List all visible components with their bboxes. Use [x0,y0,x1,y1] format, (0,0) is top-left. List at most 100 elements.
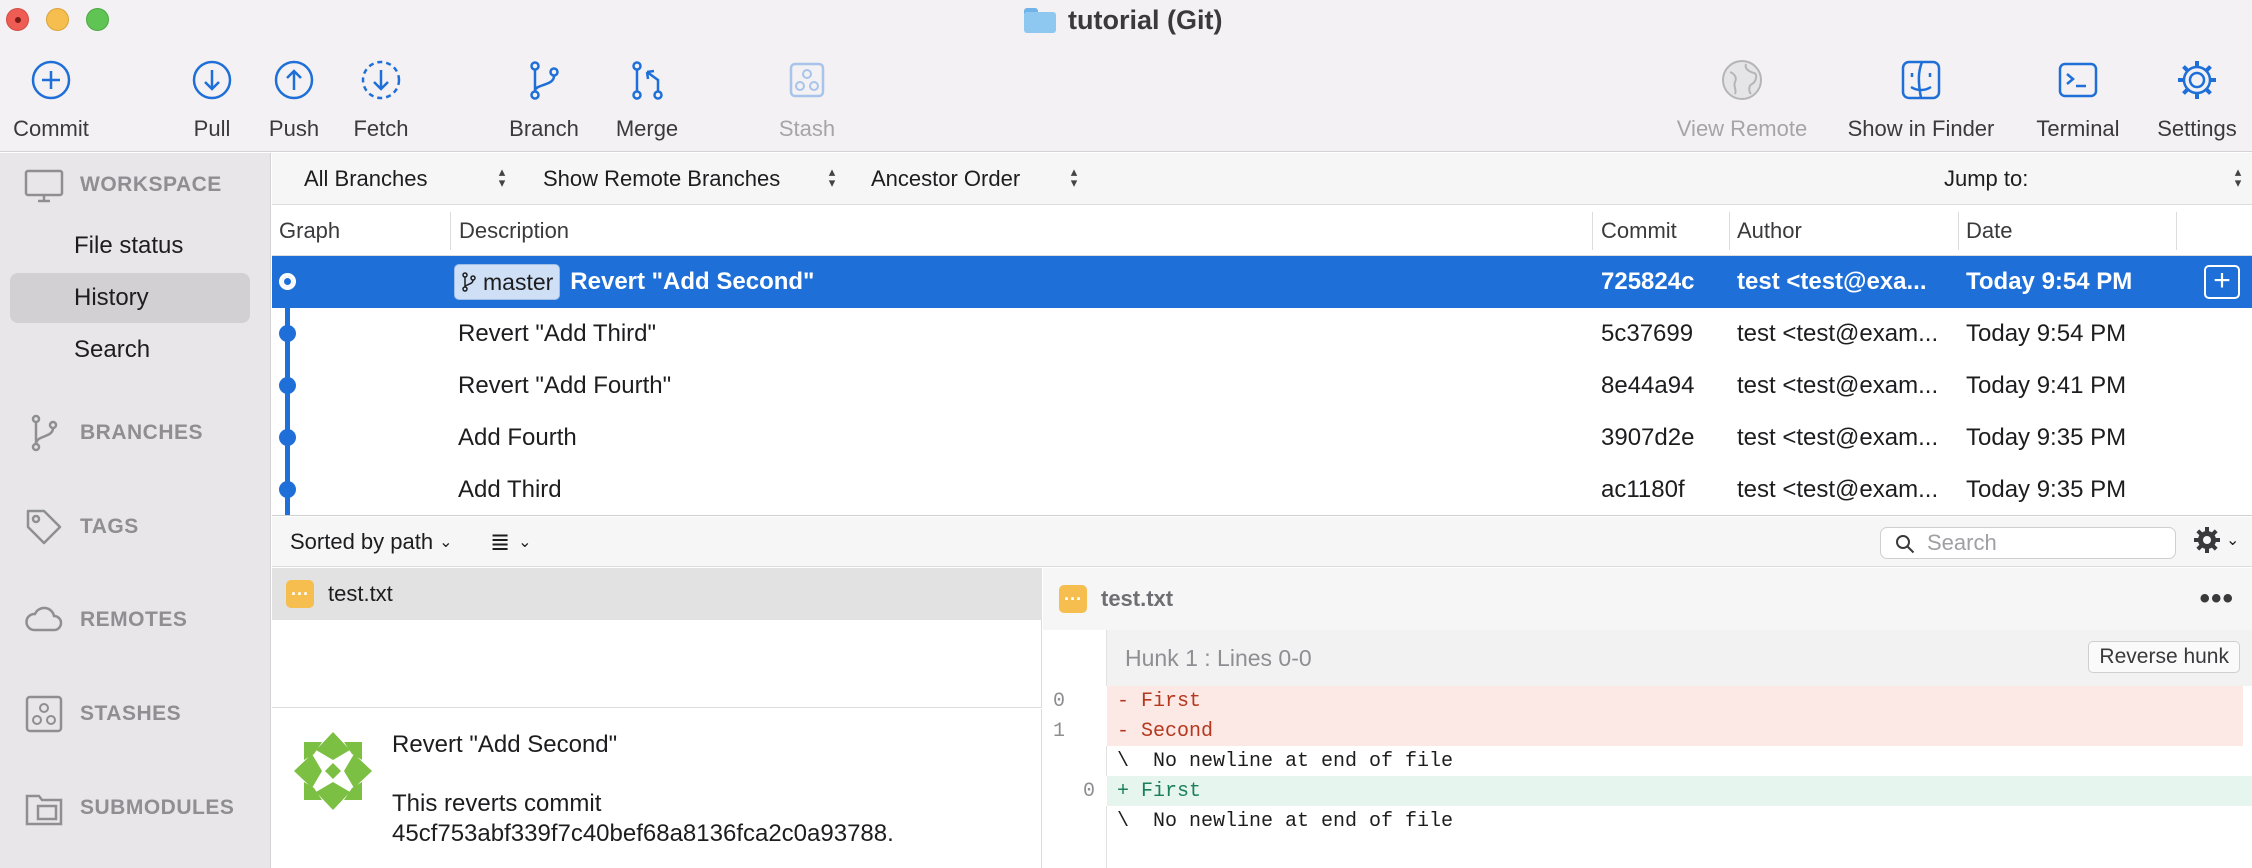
window-title-text: tutorial (Git) [1068,4,1223,35]
push-button[interactable]: Push [264,54,324,142]
column-header-graph[interactable]: Graph [272,206,450,256]
sidebar-section-submodules-label: SUBMODULES [80,796,235,819]
diff-view: ··· test.txt ••• Hunk 1 : Lines 0-0 Reve… [1043,568,2252,868]
window-title: tutorial (Git) [1024,3,1222,37]
column-divider[interactable] [450,212,451,250]
graph-node [279,325,296,342]
monitor-icon [24,169,64,203]
reverse-hunk-button[interactable]: Reverse hunk [2088,641,2240,673]
sidebar-item-history[interactable]: History [10,273,250,323]
commit-description: master Revert "Add Second" [454,256,1584,308]
stash-icon [784,54,830,106]
gear-icon [2194,527,2220,553]
branches-filter-select[interactable]: All Branches [304,153,428,205]
show-in-finder-button[interactable]: Show in Finder [1840,54,2002,142]
close-window-button[interactable] [6,8,29,31]
updown-chevron-icon: ▴ ▾ [2234,164,2242,190]
sidebar-section-stashes-label: STASHES [80,702,182,725]
commit-button[interactable]: Commit [4,54,98,142]
commit-details: Revert "Add Second" This reverts commit … [272,709,1042,868]
pull-button[interactable]: Pull [182,54,242,142]
minimize-window-button[interactable] [46,8,69,31]
commit-row[interactable]: master Revert "Add Second" 725824c test … [272,256,2252,308]
commit-author: test <test@exam... [1737,424,1939,451]
remote-branches-select[interactable]: Show Remote Branches [543,153,780,205]
hunk-header: Hunk 1 : Lines 0-0 Reverse hunk [1107,630,2252,686]
commit-list: master Revert "Add Second" 725824c test … [272,256,2252,516]
sidebar-item-search[interactable]: Search [10,325,250,375]
commit-author: test <test@exam... [1737,476,1939,503]
commit-row[interactable]: Add Third ac1180f test <test@exam... Tod… [272,464,2252,515]
jump-to-select[interactable]: Jump to: [1944,153,2028,205]
tag-icon [26,509,62,545]
column-header-date[interactable]: Date [1959,206,2159,256]
column-header-author[interactable]: Author [1730,206,1958,256]
modified-file-icon: ··· [286,580,314,608]
settings-button[interactable]: Settings [2150,54,2244,142]
sidebar-item-label: History [74,284,149,311]
cloud-icon [25,606,63,632]
sidebar-section-workspace[interactable]: WORKSPACE [24,165,222,205]
view-remote-button[interactable]: View Remote [1672,54,1812,142]
old-line-number: 1 [1053,719,1066,743]
submodules-icon [25,794,63,826]
diff-line-text: - Second [1117,719,1214,743]
commit-row[interactable]: Revert "Add Third" 5c37699 test <test@ex… [272,308,2252,360]
commit-hash: ac1180f [1601,476,1685,503]
file-search-input[interactable]: Search [1880,527,2176,559]
branch-button[interactable]: Branch [504,54,584,142]
zoom-window-button[interactable] [86,8,109,31]
stash-button[interactable]: Stash [776,54,838,142]
more-options-icon[interactable]: ••• [2199,582,2234,616]
commit-row[interactable]: Add Fourth 3907d2e test <test@exam... To… [272,412,2252,464]
stash-label: Stash [778,116,836,141]
search-placeholder: Search [1927,530,1997,555]
file-row[interactable]: ··· test.txt [272,568,1042,620]
fetch-button[interactable]: Fetch [346,54,416,142]
options-menu-button[interactable]: ⌄ [2192,525,2239,555]
file-list-toolbar: Sorted by path ⌄ ≣ ⌄ Search ⌄ [272,517,2252,567]
commit-table-header: Graph Description Commit Author Date [272,206,2252,256]
merge-button[interactable]: Merge [612,54,682,142]
commit-author: test <test@exam... [1737,320,1939,347]
column-divider[interactable] [2176,212,2177,250]
sidebar-item-file-status[interactable]: File status [10,221,250,271]
terminal-icon [2055,54,2101,106]
branch-badge[interactable]: master [454,264,561,300]
chevron-down-icon: ⌄ [518,534,532,551]
column-header-commit[interactable]: Commit [1594,206,1724,256]
diff-line-text: \ No newline at end of file [1117,809,1454,833]
branch-label: Branch [509,116,579,141]
plus-circle-icon [28,54,74,106]
sort-menu-button[interactable]: Sorted by path ⌄ [290,517,453,567]
sidebar-section-branches[interactable]: BRANCHES [24,413,203,453]
add-column-button[interactable]: + [2204,265,2240,299]
commit-date: Today 9:41 PM [1966,372,2127,399]
sidebar-section-submodules[interactable]: SUBMODULES [24,788,234,828]
view-mode-menu-button[interactable]: ≣ ⌄ [490,517,532,567]
commit-message-title: Revert "Add Second" [392,731,618,758]
show-in-finder-label: Show in Finder [1847,116,1995,141]
order-select[interactable]: Ancestor Order [871,153,1020,205]
reverse-hunk-label: Reverse hunk [2099,645,2229,668]
commit-date: Today 9:54 PM [1966,320,2127,347]
commit-hash: 8e44a94 [1601,372,1695,399]
commit-author: test <test@exa... [1737,268,1927,295]
sidebar-section-remotes[interactable]: REMOTES [24,600,187,640]
chevron-down-icon: ⌄ [2226,532,2240,549]
terminal-button[interactable]: Terminal [2030,54,2126,142]
branch-icon [462,272,476,292]
new-line-number: 0 [1083,779,1096,803]
branch-badge-label: master [483,268,554,295]
column-divider[interactable] [1592,212,1593,250]
fetch-icon [358,54,404,106]
commit-row[interactable]: Revert "Add Fourth" 8e44a94 test <test@e… [272,360,2252,412]
diff-line-added: 0 + First [1043,776,2252,806]
commit-date: Today 9:35 PM [1966,424,2127,451]
sidebar-section-tags[interactable]: TAGS [24,507,139,547]
list-icon: ≣ [490,528,511,556]
column-header-label: Author [1737,218,1802,243]
sidebar-item-label: File status [74,232,184,259]
column-header-label: Commit [1601,218,1677,243]
sidebar-section-stashes[interactable]: STASHES [24,694,181,734]
